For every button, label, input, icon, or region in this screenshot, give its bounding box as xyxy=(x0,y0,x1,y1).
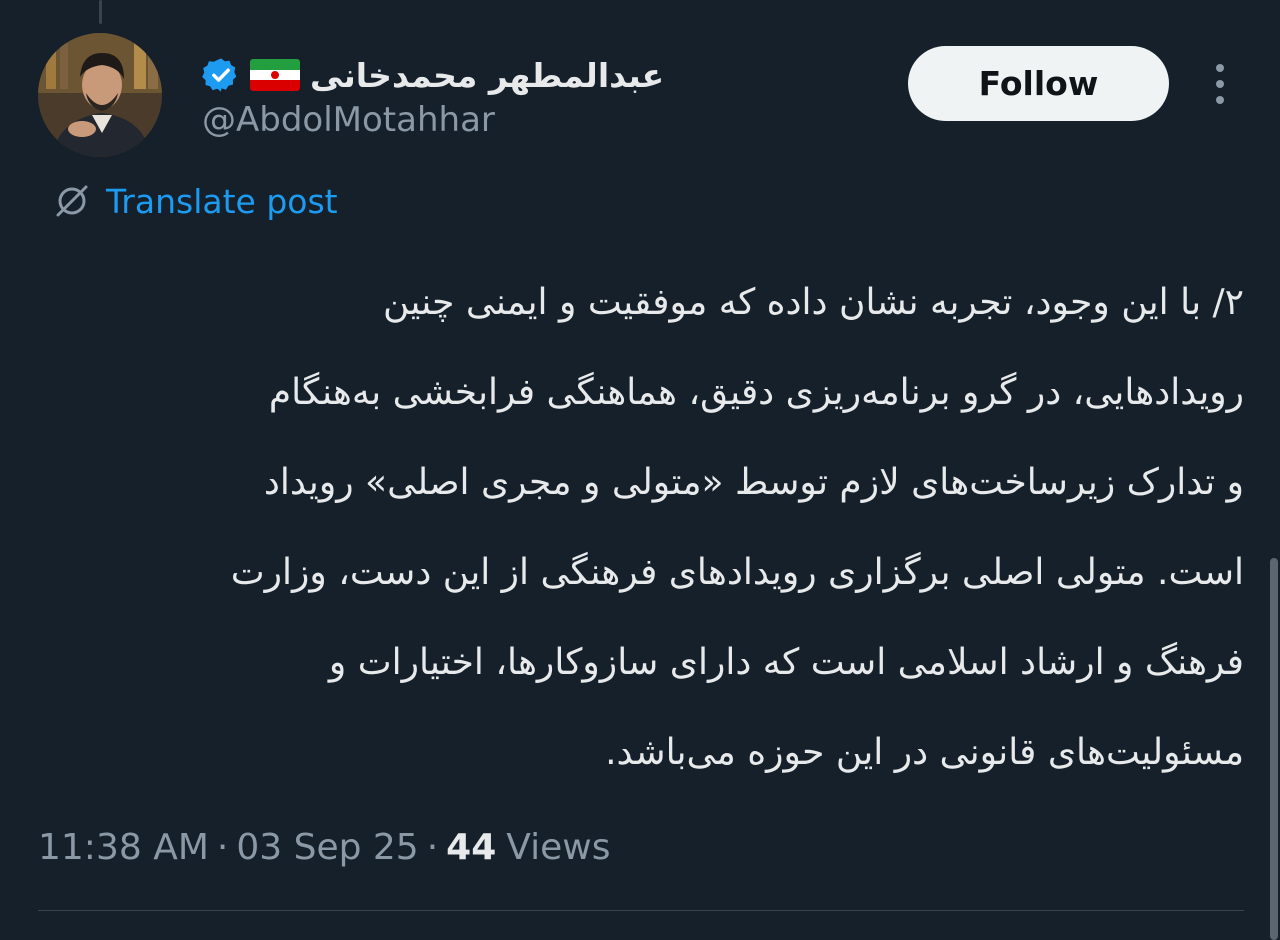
post-text: ۲/ با این وجود، تجربه نشان داده که موفقی… xyxy=(36,258,1244,798)
post-time[interactable]: 11:38 AM xyxy=(38,827,209,868)
post-date[interactable]: 03 Sep 25 xyxy=(236,827,418,868)
more-vertical-icon xyxy=(1216,64,1224,72)
post-text-line: و تدارک زیرساخت‌های لازم توسط «متولی و م… xyxy=(263,462,1244,503)
views-count[interactable]: 44 xyxy=(446,827,506,868)
translate-post-label: Translate post xyxy=(106,181,338,221)
more-vertical-icon-dot xyxy=(1216,96,1224,104)
post-text-line: رویدادهایی، در گرو برنامه‌ریزی دقیق، هما… xyxy=(268,372,1244,413)
meta-separator: · xyxy=(426,826,439,868)
translate-globe-icon xyxy=(56,185,88,217)
post-text-line: فرهنگ و ارشاد اسلامی است که دارای سازوکا… xyxy=(328,642,1244,683)
iran-flag-icon xyxy=(250,59,300,91)
more-options-button[interactable] xyxy=(1200,60,1240,108)
scrollbar-thumb[interactable] xyxy=(1270,558,1278,940)
display-name[interactable]: عبدالمطهر محمدخانی xyxy=(310,56,664,95)
translate-post-link[interactable]: Translate post xyxy=(52,178,338,224)
post-text-line: است. متولی اصلی برگزاری رویدادهای فرهنگی… xyxy=(230,552,1244,593)
avatar[interactable] xyxy=(38,33,162,157)
post-meta: 11:38 AM · 03 Sep 25 · 44 Views xyxy=(38,822,610,872)
post-text-line: مسئولیت‌های قانونی در این حوزه می‌باشد. xyxy=(605,732,1244,773)
more-vertical-icon-dot xyxy=(1216,80,1224,88)
divider xyxy=(38,910,1244,911)
verified-badge-icon xyxy=(202,58,237,92)
views-label[interactable]: Views xyxy=(506,827,610,868)
meta-separator: · xyxy=(216,826,229,868)
post-text-line: ۲/ با این وجود، تجربه نشان داده که موفقی… xyxy=(383,282,1244,323)
name-row: عبدالمطهر محمدخانی xyxy=(202,50,664,100)
follow-button[interactable]: Follow xyxy=(908,46,1169,121)
profile-photo-icon xyxy=(38,33,162,157)
user-info: عبدالمطهر محمدخانی @AbdolMotahhar xyxy=(202,44,842,154)
thread-connector-line xyxy=(99,0,102,24)
user-handle[interactable]: @AbdolMotahhar xyxy=(202,100,495,140)
